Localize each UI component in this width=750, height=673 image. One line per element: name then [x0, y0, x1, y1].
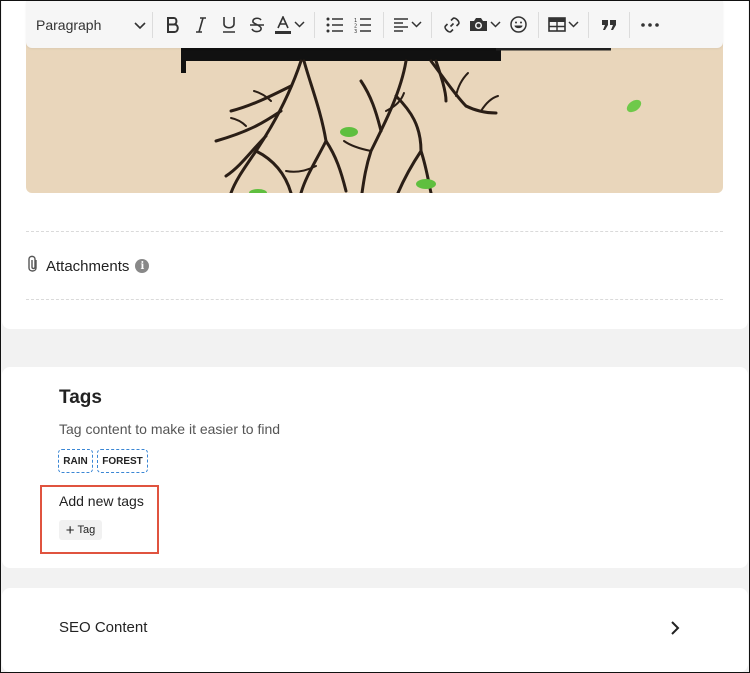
quote-icon[interactable] — [595, 11, 623, 39]
toolbar-separator — [629, 11, 630, 38]
chevron-down-icon — [568, 21, 579, 28]
strikethrough-icon[interactable] — [243, 11, 271, 39]
toolbar-separator — [538, 11, 539, 38]
attachments-section: Attachments i — [26, 255, 150, 278]
bulleted-list-icon[interactable] — [321, 11, 349, 39]
tag-chip-label: RAIN — [63, 455, 88, 467]
align-icon[interactable] — [390, 11, 425, 39]
chevron-down-icon — [490, 21, 501, 28]
attachments-label: Attachments — [46, 257, 130, 275]
chevron-down-icon — [134, 17, 146, 33]
add-tag-button[interactable]: + Tag — [59, 520, 102, 540]
divider — [26, 231, 723, 232]
seo-content-label: SEO Content — [59, 619, 148, 636]
tags-description: Tag content to make it easier to find — [59, 421, 281, 437]
tag-chip[interactable]: FOREST — [97, 449, 148, 473]
tags-card: Tags Tag content to make it easier to fi… — [2, 367, 748, 568]
add-tag-label: Tag — [77, 524, 96, 536]
seo-content-section[interactable]: SEO Content — [2, 588, 748, 672]
numbered-list-icon[interactable]: 123 — [349, 11, 377, 39]
editor-toolbar: Paragraph 123 — [26, 1, 723, 48]
paragraph-style-select[interactable]: Paragraph — [36, 11, 146, 39]
toolbar-separator — [152, 11, 153, 38]
chevron-right-icon — [670, 620, 680, 641]
toolbar-separator — [383, 11, 384, 38]
underline-icon[interactable] — [215, 11, 243, 39]
image-icon[interactable] — [466, 11, 504, 39]
tag-chip[interactable]: RAIN — [58, 449, 93, 473]
chevron-down-icon — [294, 21, 305, 28]
plus-icon: + — [65, 521, 75, 539]
more-icon[interactable] — [636, 11, 664, 39]
info-icon[interactable]: i — [135, 259, 150, 273]
tag-chip-label: FOREST — [102, 455, 143, 467]
add-tags-title: Add new tags — [59, 493, 144, 509]
toolbar-separator — [431, 11, 432, 38]
editor-card: Paragraph 123 Attachments i — [2, 1, 748, 329]
italic-icon[interactable] — [187, 11, 215, 39]
paragraph-style-value: Paragraph — [36, 16, 102, 33]
table-icon[interactable] — [545, 11, 582, 39]
bold-icon[interactable] — [159, 11, 187, 39]
emoji-icon[interactable] — [504, 11, 532, 39]
svg-text:3: 3 — [354, 29, 357, 33]
divider — [26, 299, 723, 300]
link-icon[interactable] — [438, 11, 466, 39]
chevron-down-icon — [411, 21, 422, 28]
paperclip-icon — [26, 255, 40, 278]
text-color-icon[interactable] — [271, 11, 308, 39]
tags-title: Tags — [59, 387, 102, 408]
toolbar-separator — [314, 11, 315, 38]
toolbar-separator — [588, 11, 589, 38]
